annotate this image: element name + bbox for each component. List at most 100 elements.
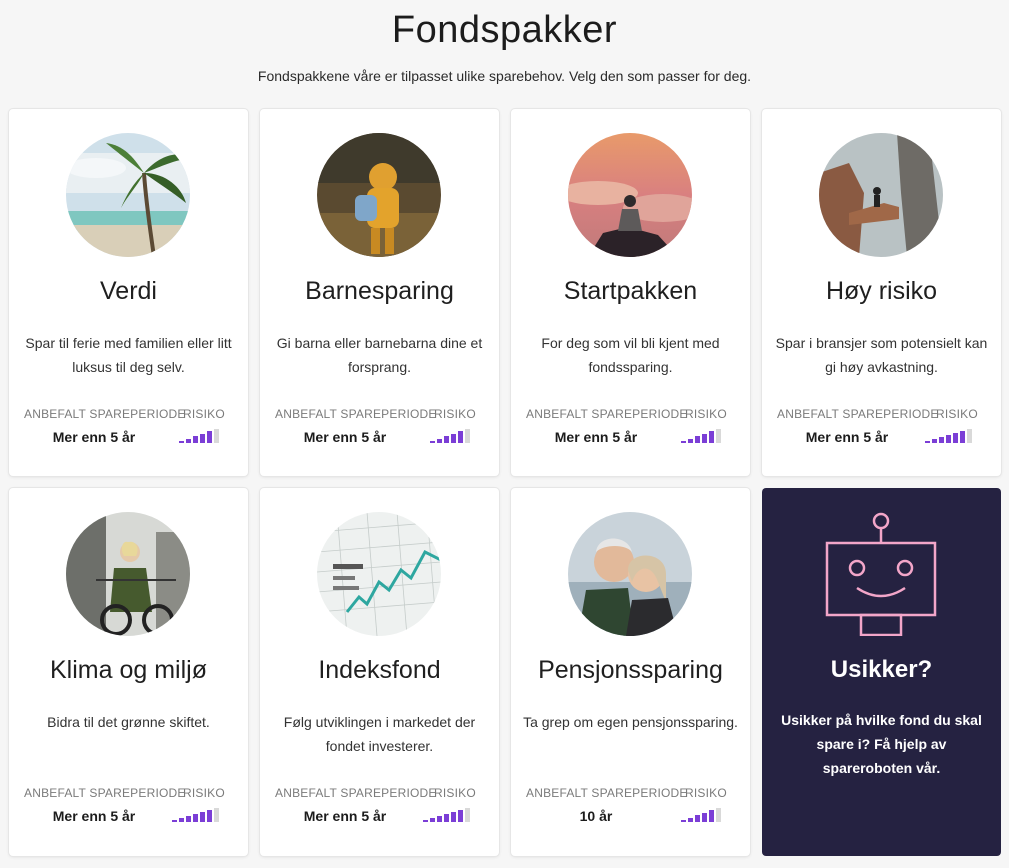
- period-value: Mer enn 5 år: [303, 429, 387, 445]
- period-label: ANBEFALT SPAREPERIODE: [526, 786, 688, 800]
- risk-bar: [193, 436, 198, 443]
- risk-indicator: [172, 429, 234, 443]
- risk-bar: [214, 808, 219, 822]
- page-header: Fondspakker Fondspakkene våre er tilpass…: [0, 0, 1009, 85]
- card-description: Gi barna eller barnebarna dine et forspr…: [276, 335, 483, 375]
- risk-bar: [702, 434, 707, 443]
- risk-bar: [946, 435, 951, 443]
- risk-bar: [179, 818, 184, 822]
- risk-bar: [423, 820, 428, 822]
- fund-card-startpakken[interactable]: Startpakken For deg som vil bli kjent me…: [511, 109, 750, 476]
- risk-label: RISIKO: [936, 407, 978, 421]
- risk-bar: [695, 436, 700, 443]
- card-description: Følg utviklingen i markedet der fondet i…: [283, 714, 476, 754]
- page-title: Fondspakker: [391, 9, 618, 51]
- helper-title: Usikker?: [830, 656, 933, 683]
- period-label: ANBEFALT SPAREPERIODE: [777, 407, 939, 421]
- risk-bar: [709, 431, 714, 443]
- sparerobot-card[interactable]: Usikker? Usikker på hvilke fond du skal …: [762, 488, 1001, 856]
- fund-card-barnesparing[interactable]: Barnesparing Gi barna eller barnebarna d…: [260, 109, 499, 476]
- card-title: Barnesparing: [305, 277, 454, 305]
- risk-bar: [430, 441, 435, 443]
- risk-bar: [681, 441, 686, 443]
- risk-bar: [932, 439, 937, 443]
- risk-bar: [207, 810, 212, 822]
- fund-card-indeksfond[interactable]: Indeksfond Følg utviklingen i markedet d…: [260, 488, 499, 856]
- card-description: Ta grep om egen pensjonssparing.: [523, 714, 738, 730]
- stock-chart-photo: [317, 512, 441, 636]
- risk-bar: [716, 429, 721, 443]
- risk-bar: [200, 434, 205, 443]
- risk-bar: [200, 812, 205, 822]
- card-title: Startpakken: [563, 277, 698, 305]
- risk-label: RISIKO: [183, 786, 225, 800]
- risk-bar: [186, 439, 191, 443]
- card-title: Indeksfond: [318, 656, 441, 684]
- risk-bar: [444, 436, 449, 443]
- fund-card-pensjonssparing[interactable]: Pensjonssparing Ta grep om egen pensjons…: [511, 488, 750, 856]
- period-value: Mer enn 5 år: [52, 429, 136, 445]
- risk-bar: [716, 808, 721, 822]
- risk-bar: [214, 429, 219, 443]
- risk-bar: [437, 439, 442, 443]
- risk-indicator: [674, 808, 736, 822]
- card-description: For deg som vil bli kjent med fondsspari…: [541, 335, 720, 375]
- cliff-climber-photo: [819, 133, 943, 257]
- risk-indicator: [674, 429, 736, 443]
- risk-bar: [465, 429, 470, 443]
- card-title: Klima og miljø: [50, 656, 207, 684]
- risk-label: RISIKO: [685, 407, 727, 421]
- risk-bar: [709, 810, 714, 822]
- risk-indicator: [925, 429, 987, 443]
- risk-bar: [967, 429, 972, 443]
- card-title: Verdi: [100, 277, 157, 305]
- risk-bar: [688, 818, 693, 822]
- risk-bar: [695, 815, 700, 822]
- risk-bar: [451, 434, 456, 443]
- risk-indicator: [423, 808, 485, 822]
- period-label: ANBEFALT SPAREPERIODE: [275, 786, 437, 800]
- risk-bar: [960, 431, 965, 443]
- risk-bar: [451, 812, 456, 822]
- period-value: Mer enn 5 år: [805, 429, 889, 445]
- card-description: Spar til ferie med familien eller litt l…: [25, 335, 232, 375]
- risk-bar: [430, 818, 435, 822]
- risk-bar: [702, 813, 707, 822]
- period-value: Mer enn 5 år: [303, 808, 387, 824]
- risk-bar: [437, 816, 442, 822]
- period-value: Mer enn 5 år: [554, 429, 638, 445]
- fund-card-hoy-risiko[interactable]: Høy risiko Spar i bransjer som potensiel…: [762, 109, 1001, 476]
- risk-bar: [458, 431, 463, 443]
- risk-bar: [207, 431, 212, 443]
- palm-beach-photo: [66, 133, 190, 257]
- risk-indicator: [172, 808, 234, 822]
- woman-bicycle-photo: [66, 512, 190, 636]
- risk-label: RISIKO: [183, 407, 225, 421]
- risk-bar: [179, 441, 184, 443]
- risk-label: RISIKO: [434, 407, 476, 421]
- fund-card-verdi[interactable]: Verdi Spar til ferie med familien eller …: [9, 109, 248, 476]
- robot-icon: [825, 512, 937, 636]
- period-label: ANBEFALT SPAREPERIODE: [24, 407, 186, 421]
- period-value: Mer enn 5 år: [52, 808, 136, 824]
- risk-bar: [444, 814, 449, 822]
- period-label: ANBEFALT SPAREPERIODE: [526, 407, 688, 421]
- card-title: Høy risiko: [825, 277, 938, 305]
- risk-bar: [925, 441, 930, 443]
- risk-label: RISIKO: [685, 786, 727, 800]
- child-backpack-photo: [317, 133, 441, 257]
- period-value: 10 år: [579, 808, 613, 824]
- helper-description: Usikker på hvilke fond du skal spare i? …: [781, 712, 982, 776]
- risk-bar: [458, 810, 463, 822]
- risk-bar: [465, 808, 470, 822]
- elderly-couple-photo: [568, 512, 692, 636]
- mountain-clouds-photo: [568, 133, 692, 257]
- risk-bar: [186, 816, 191, 822]
- fund-card-klima-og-miljo[interactable]: Klima og miljø Bidra til det grønne skif…: [9, 488, 248, 856]
- period-label: ANBEFALT SPAREPERIODE: [275, 407, 437, 421]
- risk-bar: [681, 820, 686, 822]
- risk-bar: [172, 820, 177, 822]
- card-description: Bidra til det grønne skiftet.: [47, 714, 210, 730]
- risk-bar: [939, 437, 944, 443]
- risk-label: RISIKO: [434, 786, 476, 800]
